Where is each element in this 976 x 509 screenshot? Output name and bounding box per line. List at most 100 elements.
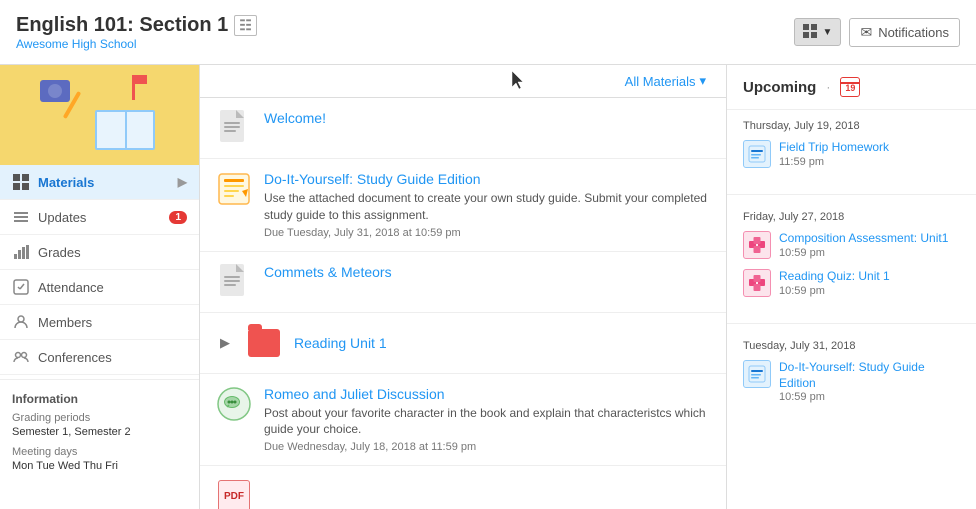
list-item: PDF <box>200 466 726 509</box>
diy-item-body: Do-It-Yourself: Study Guide Edition Use … <box>264 171 710 239</box>
sidebar-item-members-label: Members <box>38 315 187 330</box>
grid-view-icon <box>803 24 819 40</box>
dropdown-chevron-icon: ▾ <box>699 73 706 89</box>
upcoming-event-diy: Do-It-Yourself: Study Guide Edition 10:5… <box>743 360 960 403</box>
book-shape <box>95 110 155 150</box>
notifications-button[interactable]: ✉ Notifications <box>849 18 960 47</box>
document-icon <box>216 110 252 146</box>
upcoming-event-composition: Composition Assessment: Unit1 10:59 pm <box>743 231 960 259</box>
diy-description: Use the attached document to create your… <box>264 190 710 224</box>
reading-unit-title[interactable]: Reading Unit 1 <box>294 335 710 351</box>
content-area: All Materials ▾ <box>200 65 976 509</box>
reading-quiz-title[interactable]: Reading Quiz: Unit 1 <box>779 269 960 285</box>
diy-upcoming-time: 10:59 pm <box>779 391 960 403</box>
field-trip-title[interactable]: Field Trip Homework <box>779 140 960 156</box>
updates-icon <box>12 208 30 226</box>
list-item: Welcome! <box>200 98 726 159</box>
folder-shape <box>248 329 280 357</box>
list-item: Do-It-Yourself: Study Guide Edition Use … <box>200 159 726 252</box>
list-item: ▶ Reading Unit 1 <box>200 313 726 374</box>
upcoming-date-2: Tuesday, July 31, 2018 <box>743 340 960 352</box>
sidebar: Materials ▶ Updates 1 Grades At <box>0 65 200 509</box>
course-hero-image <box>0 65 199 165</box>
composition-time: 10:59 pm <box>779 247 960 259</box>
sidebar-item-grades[interactable]: Grades <box>0 235 199 270</box>
diy-upcoming-title[interactable]: Do-It-Yourself: Study Guide Edition <box>779 360 960 391</box>
romeo-item-body: Romeo and Juliet Discussion Post about y… <box>264 386 710 454</box>
romeo-description: Post about your favorite character in th… <box>264 405 710 439</box>
upcoming-event-reading-quiz: Reading Quiz: Unit 1 10:59 pm <box>743 269 960 297</box>
welcome-title[interactable]: Welcome! <box>264 110 710 126</box>
diy-title[interactable]: Do-It-Yourself: Study Guide Edition <box>264 171 710 187</box>
divider <box>727 194 976 195</box>
diy-upcoming-body: Do-It-Yourself: Study Guide Edition 10:5… <box>779 360 960 403</box>
assignment-icon <box>216 171 252 207</box>
material-list: Welcome! <box>200 98 726 509</box>
composition-event-icon <box>743 231 771 259</box>
upcoming-date-0: Thursday, July 19, 2018 <box>743 120 960 132</box>
top-bar-left: English 101: Section 1 ☷ Awesome High Sc… <box>16 14 257 51</box>
sidebar-item-conferences-label: Conferences <box>38 350 187 365</box>
attendance-icon <box>12 278 30 296</box>
pdf-icon: PDF <box>216 478 252 509</box>
sidebar-item-materials[interactable]: Materials ▶ <box>0 165 199 200</box>
main-layout: Materials ▶ Updates 1 Grades At <box>0 65 976 509</box>
cursor-icon <box>512 71 526 91</box>
sidebar-item-attendance[interactable]: Attendance <box>0 270 199 305</box>
upcoming-dot: · <box>826 80 830 94</box>
pdf-shape: PDF <box>218 480 250 509</box>
upcoming-event-field-trip: Field Trip Homework 11:59 pm <box>743 140 960 168</box>
upcoming-section-0: Thursday, July 19, 2018 Field Trip Homew… <box>727 110 976 188</box>
folder-toggle-icon[interactable]: ▶ <box>216 334 234 352</box>
composition-title[interactable]: Composition Assessment: Unit1 <box>779 231 960 247</box>
edit-icon[interactable]: ☷ <box>234 15 257 36</box>
cursor-area <box>212 71 625 91</box>
list-item: Commets & Meteors <box>200 252 726 313</box>
divider-2 <box>727 323 976 324</box>
sidebar-item-conferences[interactable]: Conferences <box>0 340 199 375</box>
diy-due: Due Tuesday, July 31, 2018 at 10:59 pm <box>264 227 710 239</box>
field-trip-event-icon <box>743 140 771 168</box>
meeting-days-value: Mon Tue Wed Thu Fri <box>12 460 187 472</box>
upcoming-header: Upcoming · 19 <box>727 65 976 110</box>
folder-item-body: Reading Unit 1 <box>294 335 710 351</box>
discussion-icon <box>216 386 252 422</box>
sidebar-item-updates-label: Updates <box>38 210 161 225</box>
meeting-days-label: Meeting days <box>12 446 187 458</box>
materials-arrow-icon: ▶ <box>178 175 187 189</box>
commets-title[interactable]: Commets & Meteors <box>264 264 710 280</box>
all-materials-label: All Materials <box>625 74 696 89</box>
camera-shape <box>40 80 70 102</box>
conferences-icon <box>12 348 30 366</box>
commets-item-body: Commets & Meteors <box>264 264 710 280</box>
top-bar-right: ▼ ✉ Notifications <box>794 18 960 47</box>
top-bar: English 101: Section 1 ☷ Awesome High Sc… <box>0 0 976 65</box>
composition-body: Composition Assessment: Unit1 10:59 pm <box>779 231 960 259</box>
sidebar-nav: Materials ▶ Updates 1 Grades At <box>0 165 199 375</box>
calendar-day-number: 19 <box>845 84 855 93</box>
diy-event-icon <box>743 360 771 388</box>
reading-quiz-body: Reading Quiz: Unit 1 10:59 pm <box>779 269 960 297</box>
list-item: Romeo and Juliet Discussion Post about y… <box>200 374 726 467</box>
sidebar-item-grades-label: Grades <box>38 245 187 260</box>
sidebar-item-members[interactable]: Members <box>0 305 199 340</box>
flag-shape <box>132 75 135 100</box>
grading-periods-label: Grading periods <box>12 412 187 424</box>
members-icon <box>12 313 30 331</box>
title-text: English 101: Section 1 <box>16 14 228 37</box>
romeo-title[interactable]: Romeo and Juliet Discussion <box>264 386 710 402</box>
field-trip-body: Field Trip Homework 11:59 pm <box>779 140 960 168</box>
sidebar-item-attendance-label: Attendance <box>38 280 187 295</box>
info-section-title: Information <box>12 392 187 406</box>
dropdown-arrow-icon: ▼ <box>823 27 833 38</box>
all-materials-button[interactable]: All Materials ▾ <box>625 73 706 89</box>
field-trip-time: 11:59 pm <box>779 156 960 168</box>
envelope-icon: ✉ <box>860 24 872 41</box>
school-name[interactable]: Awesome High School <box>16 37 257 51</box>
sidebar-item-updates[interactable]: Updates 1 <box>0 200 199 235</box>
upcoming-date-1: Friday, July 27, 2018 <box>743 211 960 223</box>
sidebar-info: Information Grading periods Semester 1, … <box>0 379 199 492</box>
upcoming-section-2: Tuesday, July 31, 2018 Do-It-Yourself: S… <box>727 330 976 423</box>
view-toggle-button[interactable]: ▼ <box>794 18 842 46</box>
calendar-icon[interactable]: 19 <box>840 77 860 97</box>
